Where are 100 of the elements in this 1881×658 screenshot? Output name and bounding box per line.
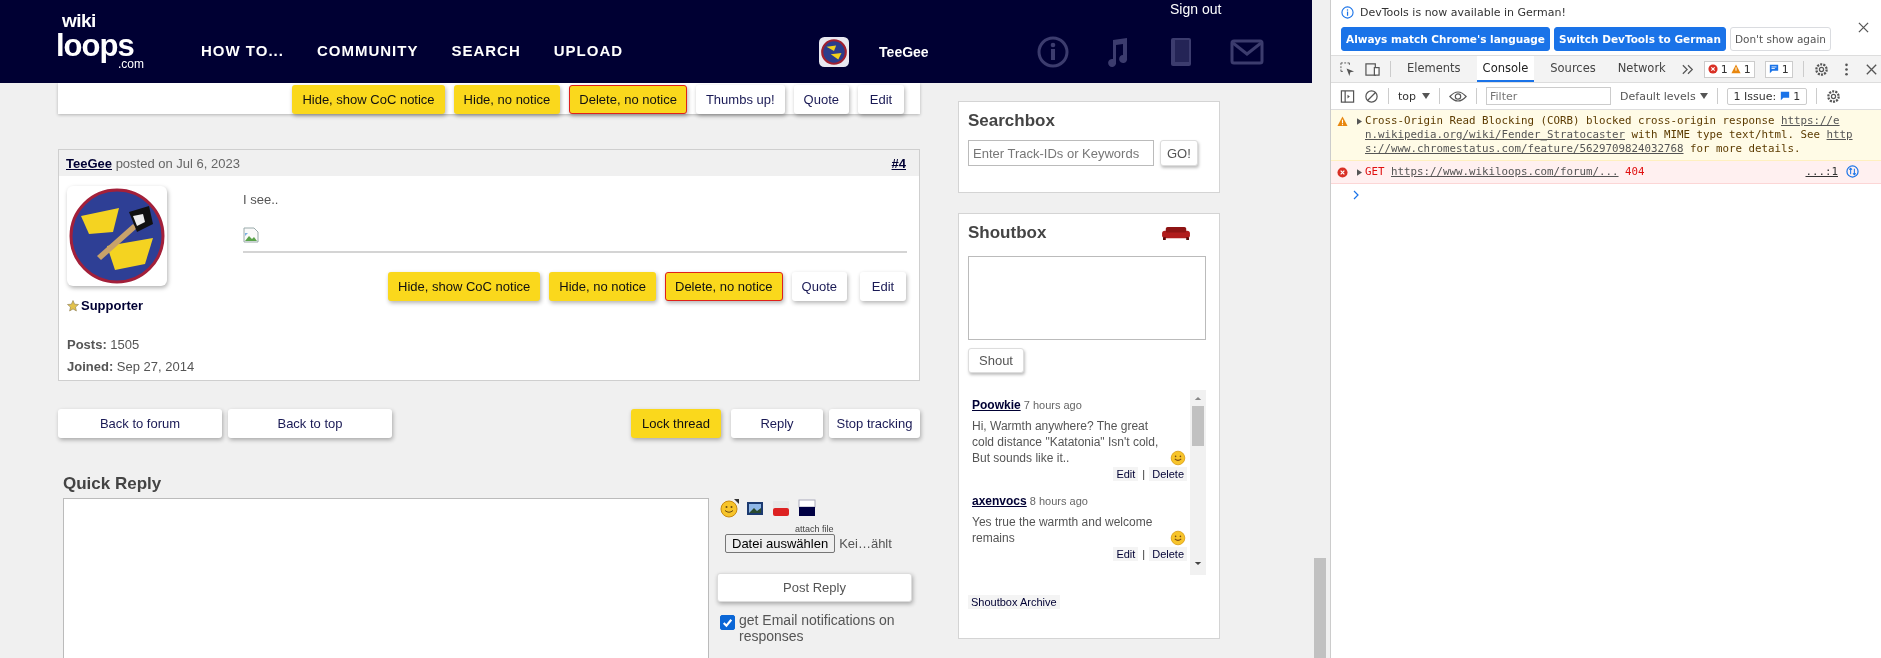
delete-link[interactable]: Delete — [1149, 467, 1187, 481]
source-link[interactable]: ...:1 — [1805, 165, 1838, 179]
user-rank: Supporter — [81, 298, 144, 313]
console-link[interactable]: https://e — [1781, 114, 1840, 127]
sidebar-icon[interactable] — [1340, 88, 1355, 104]
section-heading: Quick Reply — [63, 474, 163, 494]
expand-icon[interactable] — [1357, 169, 1362, 176]
checkbox[interactable] — [720, 615, 735, 630]
levels-dropdown[interactable]: Default levels — [1620, 89, 1708, 103]
post-action-button[interactable]: Delete, no notice — [569, 85, 687, 114]
devtools-tab[interactable]: Elements — [1401, 56, 1467, 82]
post-reply-button[interactable]: Post Reply — [717, 573, 912, 602]
banner-button[interactable]: Switch DevTools to German — [1553, 27, 1726, 51]
choose-file-button[interactable]: Datei auswählen — [725, 534, 836, 553]
inspect-icon[interactable] — [1340, 61, 1355, 77]
thread-button[interactable]: Stop tracking — [829, 409, 920, 438]
attach-label: attach file — [795, 524, 835, 534]
broken-image-icon — [243, 227, 259, 243]
eye-icon[interactable] — [1449, 88, 1468, 104]
thread-button[interactable]: Lock thread — [631, 409, 721, 438]
post-action-button[interactable]: Thumbs up! — [695, 85, 785, 114]
smiley-icon[interactable] — [719, 498, 739, 518]
post-action-button[interactable]: Hide, show CoC notice — [388, 272, 541, 301]
settings-icon[interactable] — [1813, 61, 1829, 77]
scrollbar[interactable] — [1190, 390, 1206, 575]
devtools-tab[interactable]: Network — [1611, 56, 1672, 82]
star-icon — [67, 299, 79, 312]
message-counter[interactable]: 1 — [1764, 60, 1793, 78]
logo[interactable]: wiki loops.com — [56, 10, 156, 73]
banner-button[interactable]: Don't show again — [1729, 27, 1831, 51]
thread-button[interactable]: Back to forum — [58, 409, 222, 438]
console-link[interactable]: http — [1826, 128, 1853, 141]
expand-icon[interactable] — [1357, 118, 1362, 125]
nav-link[interactable]: UPLOAD — [553, 42, 624, 59]
issue-counter[interactable]: 1 1 — [1703, 60, 1755, 78]
info-icon — [1341, 6, 1354, 19]
console-text: Cross-Origin Read Blocking (CORB) blocked cross-origin response — [1365, 114, 1776, 127]
user-link[interactable]: axenvocs — [972, 494, 1027, 508]
post-action-button[interactable]: Quote — [793, 85, 849, 114]
sofa-icon[interactable] — [1162, 226, 1190, 240]
network-icon[interactable] — [1846, 165, 1859, 178]
edit-link[interactable]: Edit — [1113, 467, 1139, 481]
console-text: with MIME type text/html. See — [1630, 128, 1822, 141]
message-icon — [1768, 64, 1779, 74]
post-action-button[interactable]: Hide, show CoC notice — [292, 85, 445, 114]
clear-icon[interactable] — [1364, 88, 1379, 104]
scroll-down-icon[interactable] — [1194, 560, 1202, 567]
panel-title: Shoutbox — [968, 223, 1047, 243]
post-text: I see.. — [243, 192, 280, 207]
file-status: Kei…ählt — [839, 536, 892, 551]
issues-button[interactable]: 1 Issue: 1 — [1726, 87, 1808, 105]
post-action-button[interactable]: Hide, no notice — [549, 272, 656, 301]
author-link[interactable]: TeeGee — [66, 155, 112, 171]
checkbox-label: get Email notifications on responses — [739, 612, 896, 644]
post-action-button[interactable]: Hide, no notice — [453, 85, 561, 114]
nav-link[interactable]: COMMUNITY — [316, 42, 419, 59]
post-number-link[interactable]: #4 — [891, 155, 906, 171]
close-icon[interactable] — [1858, 22, 1869, 33]
user-link[interactable]: TeeGee — [879, 43, 929, 60]
scroll-up-icon[interactable] — [1194, 395, 1202, 402]
go-button[interactable]: GO! — [1160, 140, 1198, 166]
user-link[interactable]: Poowkie — [972, 398, 1021, 412]
nav-link[interactable]: HOW TO... — [201, 42, 284, 59]
thread-button[interactable]: Back to top — [228, 409, 392, 438]
delete-link[interactable]: Delete — [1149, 547, 1187, 561]
banner-button[interactable]: Always match Chrome's language — [1341, 27, 1550, 51]
sign-out-link[interactable]: Sign out — [1170, 1, 1222, 17]
post-action-button[interactable]: Delete, no notice — [665, 272, 783, 301]
shout-button[interactable]: Shout — [968, 348, 1024, 373]
archive-link[interactable]: Shoutbox Archive — [968, 595, 1060, 609]
site-logo-icon[interactable] — [797, 498, 817, 518]
console-link[interactable]: https://www.wikiloops.com/forum/... — [1391, 165, 1619, 178]
shout-time: 7 hours ago — [1023, 399, 1082, 411]
context-dropdown[interactable]: top — [1398, 89, 1431, 103]
post-action-button[interactable]: Edit — [858, 85, 904, 114]
scroll-thumb[interactable] — [1314, 558, 1326, 658]
settings-icon[interactable] — [1826, 88, 1842, 104]
more-tabs-icon[interactable] — [1681, 63, 1694, 75]
devtools-tab[interactable]: Console — [1476, 56, 1535, 82]
warning-count: 1 — [1743, 62, 1751, 76]
console-text: GET — [1365, 165, 1386, 178]
device-toolbar-icon[interactable] — [1365, 61, 1380, 77]
shout-field[interactable] — [968, 256, 1206, 340]
devtools-tab[interactable]: Sources — [1544, 56, 1602, 82]
edit-link[interactable]: Edit — [1113, 547, 1139, 561]
post-action-button[interactable]: Edit — [860, 272, 906, 301]
error-icon — [1337, 167, 1348, 178]
console-link[interactable]: n.wikipedia.org/wiki/Fender_Stratocaster — [1365, 128, 1625, 141]
console-link[interactable]: s://www.chromestatus.com/feature/5629709824032768 — [1365, 142, 1684, 155]
thread-button[interactable]: Reply — [731, 409, 823, 438]
video-icon[interactable] — [771, 498, 791, 518]
smiley-icon — [1170, 530, 1186, 546]
nav-link[interactable]: SEARCH — [451, 42, 521, 59]
post-action-button[interactable]: Quote — [791, 272, 847, 301]
filter-field[interactable]: Filter — [1486, 87, 1612, 105]
prompt-icon[interactable] — [1353, 190, 1359, 200]
search-field[interactable]: Enter Track-IDs or Keywords — [968, 140, 1154, 166]
shout-time: 8 hours ago — [1029, 495, 1088, 507]
shout-text: Hi, Warmth anywhere? The great cold distance "Katatonia" Isn't cold, But sounds like it.. — [972, 418, 1160, 466]
scroll-thumb[interactable] — [1192, 406, 1204, 446]
